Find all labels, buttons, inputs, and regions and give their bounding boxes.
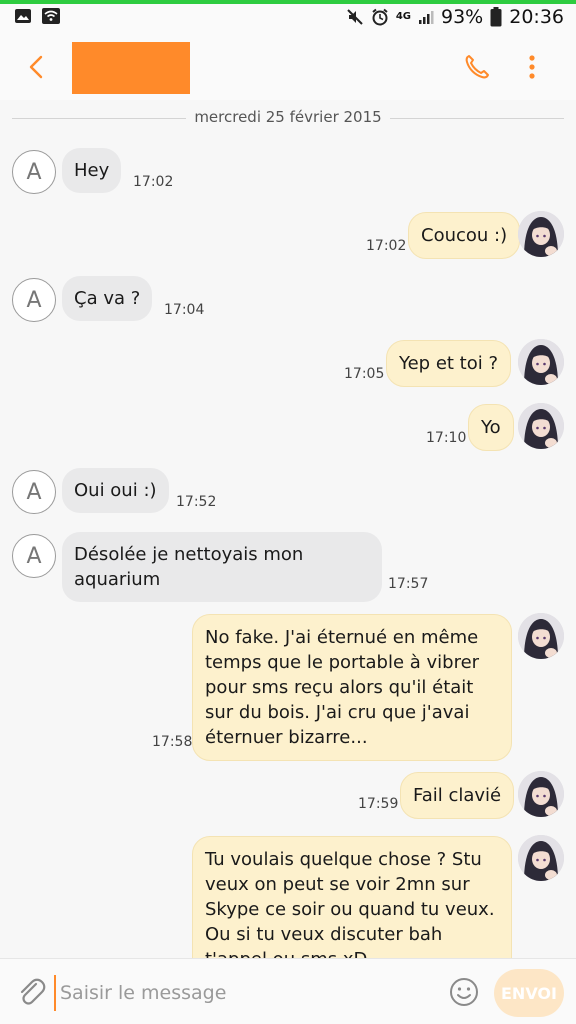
message-time: 17:02 xyxy=(366,238,407,254)
more-options-button[interactable] xyxy=(522,52,542,82)
battery-percent: 93% xyxy=(441,6,484,28)
message-composer: ENVOI xyxy=(0,958,576,1024)
chevron-left-icon xyxy=(29,55,43,79)
more-vertical-icon xyxy=(529,55,535,79)
user-avatar[interactable] xyxy=(518,211,564,257)
contact-avatar[interactable]: A xyxy=(12,278,56,322)
message-bubble-outgoing[interactable]: Yep et toi ? xyxy=(386,340,512,387)
message-time: 17:57 xyxy=(388,576,429,592)
profile-picture-icon xyxy=(518,835,564,881)
attach-button[interactable] xyxy=(14,975,48,1009)
wifi-icon xyxy=(42,8,60,24)
message-bubble-incoming[interactable]: Hey xyxy=(62,148,122,193)
user-avatar[interactable] xyxy=(518,339,564,385)
message-bubble-incoming[interactable]: Ça va ? xyxy=(62,276,153,321)
message-bubble-outgoing[interactable]: Yo xyxy=(468,404,514,451)
message-bubble-outgoing[interactable]: Fail clavié xyxy=(400,772,515,819)
emoji-button[interactable] xyxy=(448,976,480,1008)
user-avatar[interactable] xyxy=(518,613,564,659)
paperclip-icon xyxy=(20,978,46,1005)
back-button[interactable] xyxy=(22,52,52,82)
date-divider: mercredi 25 février 2015 xyxy=(12,106,564,130)
message-time: 17:58 xyxy=(152,734,193,750)
status-right: 4G 93% 20:36 xyxy=(346,6,564,28)
signal-icon xyxy=(419,11,434,24)
contact-avatar[interactable]: A xyxy=(12,470,56,514)
clock: 20:36 xyxy=(509,6,564,28)
status-bar: 4G 93% 20:36 xyxy=(0,0,576,34)
network-type: 4G xyxy=(395,11,411,22)
profile-picture-icon xyxy=(518,211,564,257)
profile-picture-icon xyxy=(518,771,564,817)
message-input[interactable] xyxy=(54,975,384,1011)
user-avatar[interactable] xyxy=(518,403,564,449)
smiley-icon xyxy=(450,978,478,1006)
message-time: 17:52 xyxy=(176,494,217,510)
message-time: 17:02 xyxy=(133,174,174,190)
send-button[interactable]: ENVOI xyxy=(494,969,564,1017)
message-time: 17:59 xyxy=(358,796,399,812)
message-bubble-outgoing[interactable]: No fake. J'ai éternué en même temps que … xyxy=(192,614,512,761)
profile-picture-icon xyxy=(518,613,564,659)
profile-picture-icon xyxy=(518,403,564,449)
alarm-icon xyxy=(372,8,388,26)
app-header xyxy=(0,34,576,100)
contact-name[interactable] xyxy=(72,42,190,94)
call-button[interactable] xyxy=(462,52,492,82)
top-accent-line xyxy=(0,0,576,4)
battery-icon xyxy=(490,7,502,27)
phone-icon xyxy=(465,55,489,79)
mute-icon xyxy=(347,9,363,25)
status-left xyxy=(14,8,60,24)
message-time: 17:05 xyxy=(344,366,385,382)
message-bubble-incoming[interactable]: Oui oui :) xyxy=(62,468,169,513)
user-avatar[interactable] xyxy=(518,835,564,881)
contact-avatar[interactable]: A xyxy=(12,534,56,578)
date-label: mercredi 25 février 2015 xyxy=(186,108,390,126)
message-bubble-incoming[interactable]: Désolée je nettoyais mon aquarium xyxy=(62,532,382,602)
user-avatar[interactable] xyxy=(518,771,564,817)
profile-picture-icon xyxy=(518,339,564,385)
message-time: 17:04 xyxy=(164,302,205,318)
gallery-icon xyxy=(15,9,31,23)
message-bubble-outgoing[interactable]: Coucou :) xyxy=(408,212,521,259)
message-time: 17:10 xyxy=(426,430,467,446)
contact-avatar[interactable]: A xyxy=(12,150,56,194)
